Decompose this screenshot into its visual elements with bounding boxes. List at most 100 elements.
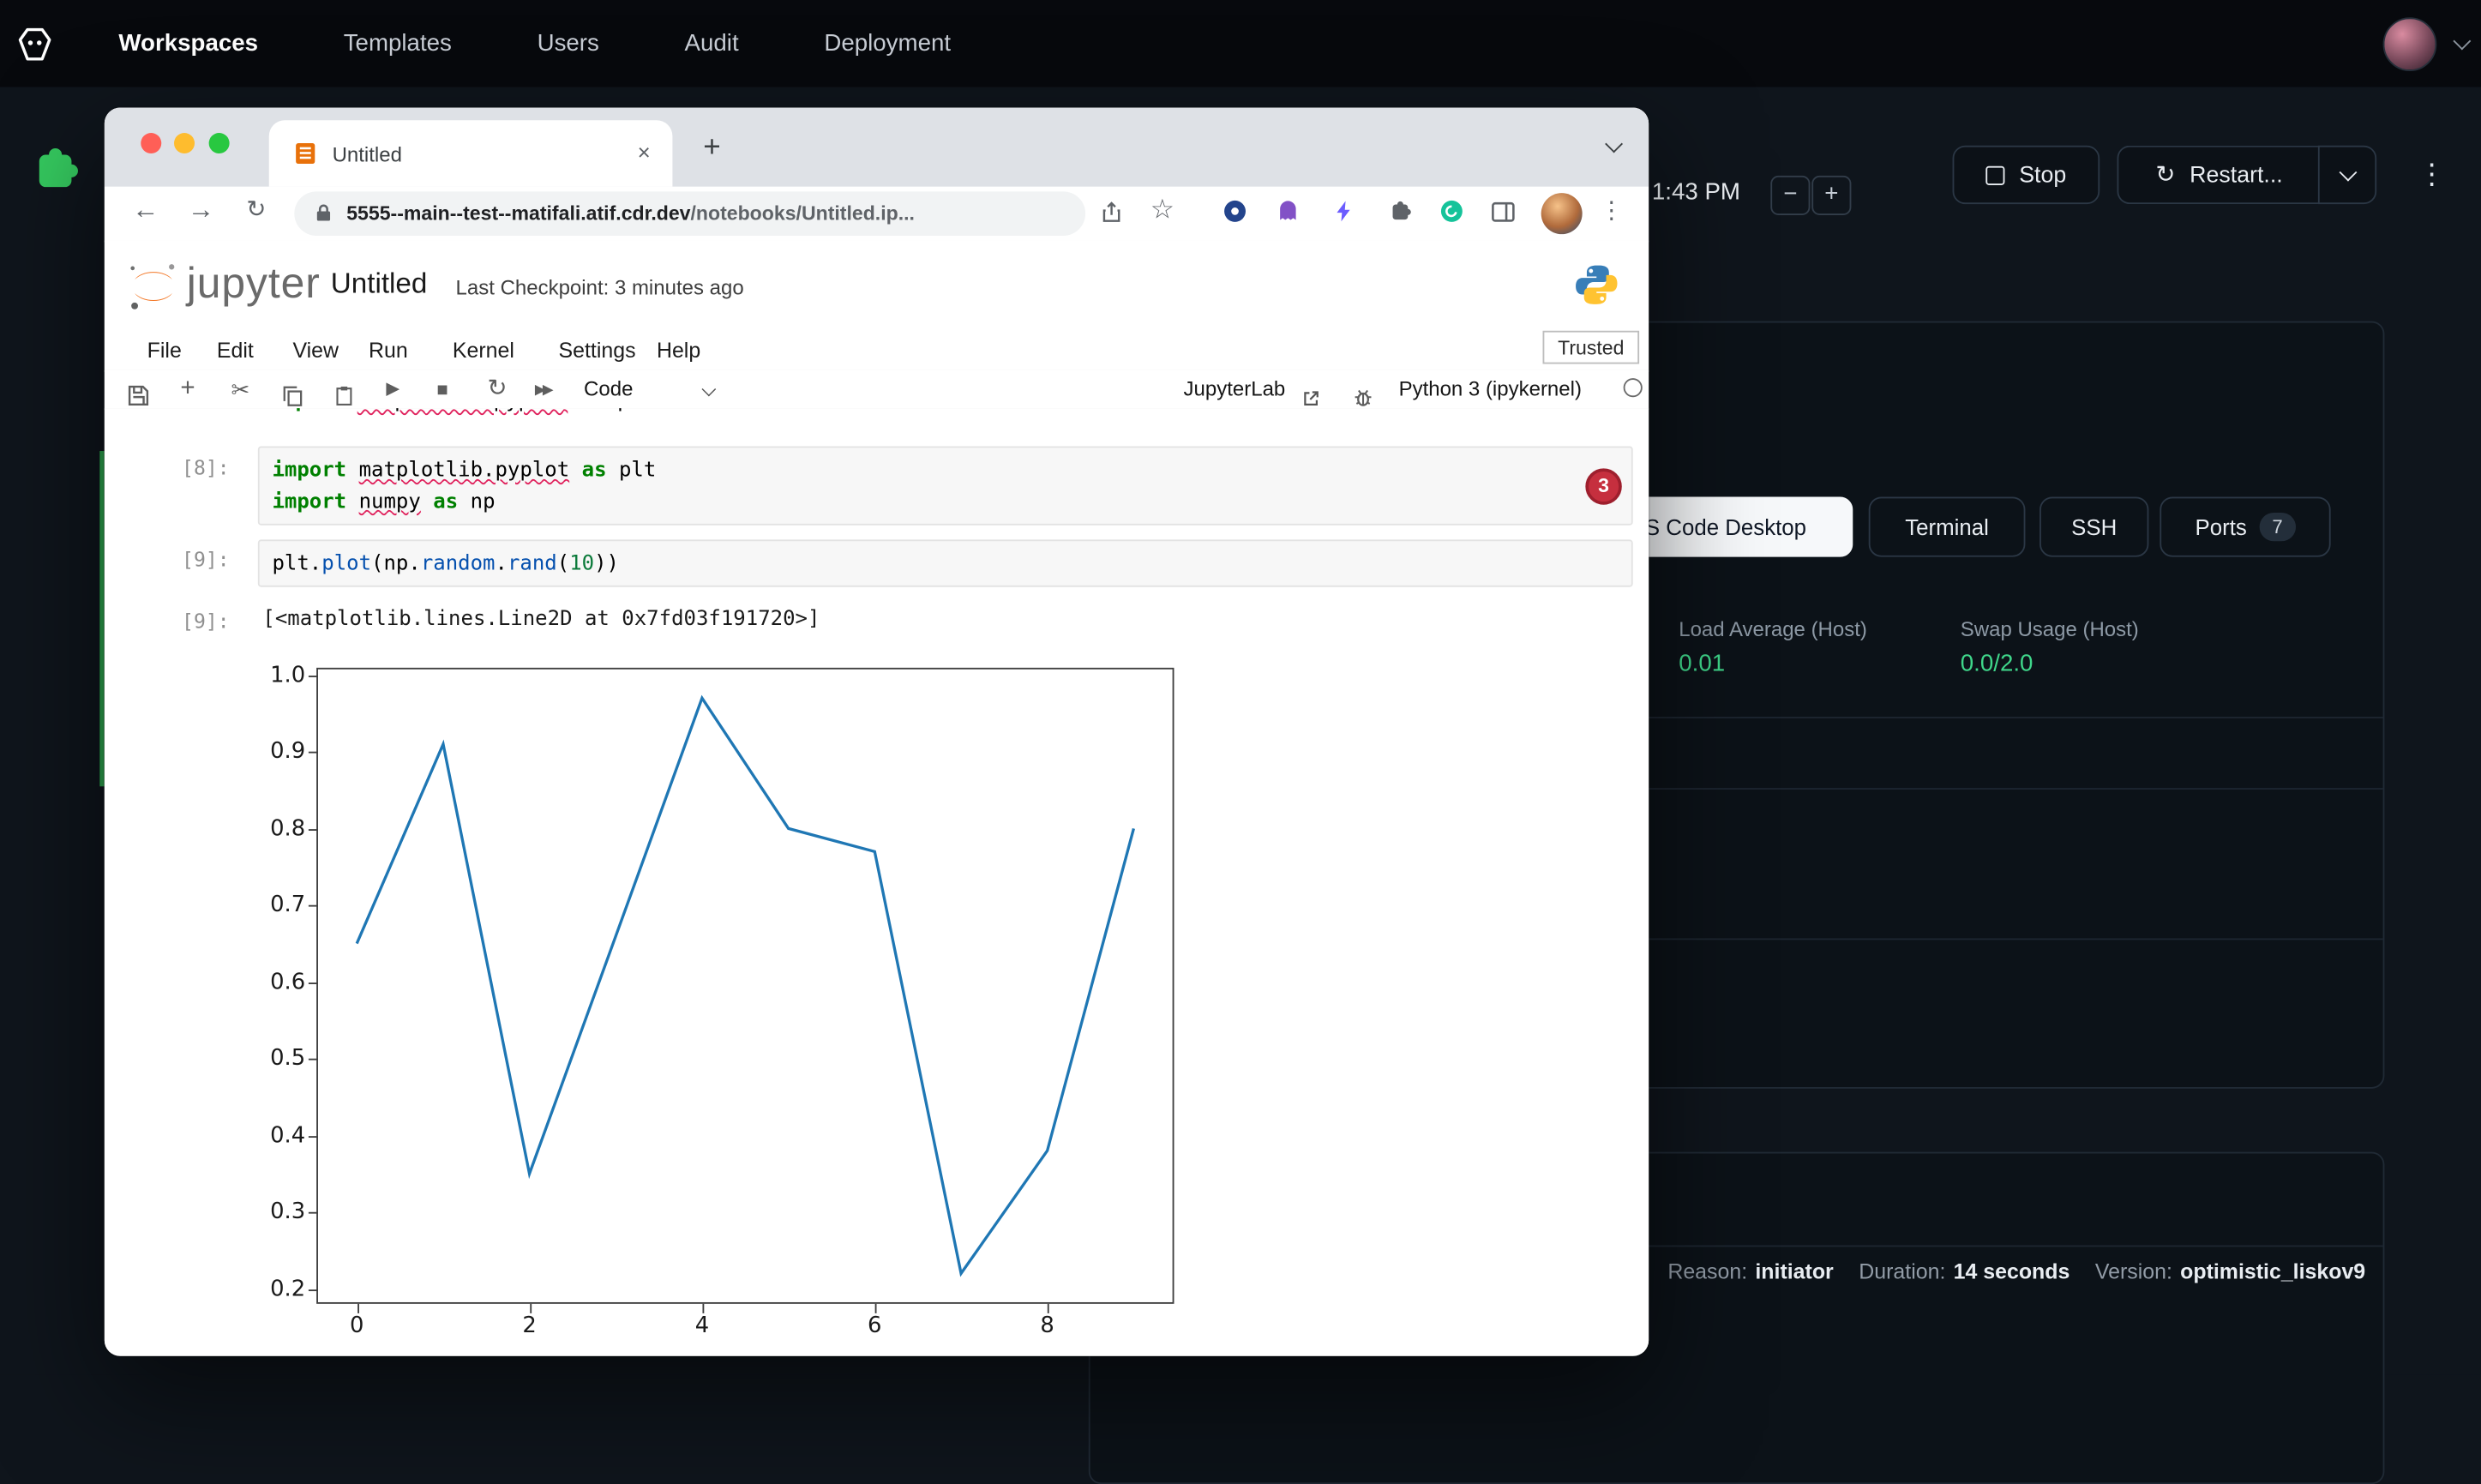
window-close-button[interactable] [141,133,161,153]
user-menu-chevron-icon[interactable] [2453,33,2471,51]
coder-logo-icon[interactable] [15,23,56,64]
menu-edit[interactable]: Edit [217,333,254,370]
jupyter-brand[interactable]: jupyter [187,260,321,309]
menu-run[interactable]: Run [369,333,408,370]
interrupt-kernel-icon[interactable]: ■ [436,370,448,408]
bolt-extension-icon[interactable] [1336,200,1353,224]
menu-view[interactable]: View [292,333,339,370]
stop-button-label: Stop [2019,162,2066,188]
y-tick-label: 0.3 [255,1198,305,1226]
cell-type-chevron-icon [702,382,717,397]
x-tick-label: 6 [857,1313,892,1339]
tab-search-chevron-icon[interactable] [1605,135,1623,153]
y-tick-label: 0.7 [255,891,305,919]
code-cell[interactable]: plt.plot(np.random.rand(10)) [258,539,1633,586]
cell-type-select[interactable]: Code [584,370,633,408]
extensions-puzzle-icon[interactable] [1388,200,1414,225]
jupyter-header: jupyter Untitled Last Checkpoint: 3 minu… [105,241,1649,333]
y-tick-mark [309,675,318,676]
user-avatar[interactable] [2383,17,2437,71]
back-button[interactable]: ← [127,195,165,226]
restart-button-label: Restart... [2190,162,2283,188]
nav-item-templates[interactable]: Templates [344,30,452,57]
open-jupyterlab-link[interactable]: JupyterLab [1184,370,1286,408]
share-icon[interactable] [1100,200,1124,225]
restart-kernel-icon[interactable]: ↻ [487,370,507,408]
x-tick-label: 4 [685,1313,720,1339]
menu-settings[interactable]: Settings [559,333,636,370]
nav-item-deployment[interactable]: Deployment [824,30,951,57]
browser-profile-avatar[interactable] [1541,193,1583,234]
restart-workspace-button[interactable]: ↻ Restart... [2117,146,2319,204]
tab-title: Untitled [333,142,402,166]
ports-label: Ports [2196,514,2247,540]
cut-cells-icon[interactable]: ✂ [231,370,249,408]
nav-item-audit[interactable]: Audit [685,30,739,57]
menu-help[interactable]: Help [657,333,700,370]
kernel-name[interactable]: Python 3 (ipykernel) [1399,370,1582,408]
grammarly-extension-icon[interactable] [1440,200,1464,224]
stop-icon [1985,165,2004,184]
notebook-title[interactable]: Untitled [331,267,428,301]
puzzle-icon[interactable] [28,144,82,198]
address-bar[interactable]: 5555--main--test--matifali.atif.cdr.dev/… [294,191,1085,236]
notebook-area: import matplotlib.pyplot as plt [8]: imp… [105,408,1649,1356]
output-text: [<matplotlib.lines.Line2D at 0x7fd03f191… [262,608,820,632]
build-version: Version:optimistic_liskov9 [2095,1259,2365,1283]
input-prompt: [9]: [133,548,230,572]
menu-file[interactable]: File [147,333,182,370]
bookmark-star-icon[interactable]: ☆ [1150,195,1174,226]
tab-close-icon[interactable]: × [630,139,658,167]
line-plot [318,670,1173,1302]
nav-item-users[interactable]: Users [538,30,599,57]
window-maximize-button[interactable] [209,133,230,153]
insert-cell-icon[interactable]: + [180,370,195,408]
build-reason: Reason:initiator [1667,1259,1833,1283]
red-count-badge[interactable]: 3 [1585,468,1621,504]
forward-button[interactable]: → [182,195,219,226]
ports-button[interactable]: Ports 7 [2160,497,2330,557]
workspace-menu-kebab-icon[interactable]: ⋮ [2412,153,2453,195]
input-prompt: [8]: [133,456,230,480]
chart-figure: 1.00.90.80.70.60.50.40.30.2 02468 [316,668,1174,1304]
browser-toolbar: ← → ↻ 5555--main--test--matifali.atif.cd… [105,187,1649,243]
window-minimize-button[interactable] [174,133,195,153]
code-cell[interactable]: import matplotlib.pyplot as plt import n… [258,446,1633,525]
y-tick-label: 0.2 [255,1275,305,1303]
browser-tab[interactable]: Untitled × [269,120,673,187]
output-prompt: [9]: [133,610,230,634]
notebook-favicon-icon [292,141,318,166]
terminal-label: Terminal [1905,514,1989,540]
onepassword-extension-icon[interactable] [1223,200,1247,224]
run-cell-icon[interactable]: ▶ [386,370,399,408]
line-series [357,698,1133,1273]
x-tick-mark [702,1304,704,1313]
ghost-extension-icon[interactable] [1278,200,1297,222]
y-tick-label: 0.8 [255,814,305,843]
restart-icon: ↻ [2155,163,2175,187]
zoom-out-button[interactable]: − [1770,176,1810,215]
y-tick-mark [309,752,318,754]
swap-usage-label: Swap Usage (Host) [1961,617,2139,641]
browser-window: Untitled × + ← → ↻ 5555--main--test--mat… [105,108,1649,1356]
browser-menu-kebab-icon[interactable]: ⋮ [1600,196,1624,225]
ports-count-badge: 7 [2260,513,2296,541]
menu-kernel[interactable]: Kernel [453,333,514,370]
url-text: 5555--main--test--matifali.atif.cdr.dev/… [346,191,915,236]
nav-item-workspaces[interactable]: Workspaces [118,30,258,57]
new-tab-button[interactable]: + [693,129,730,167]
stop-workspace-button[interactable]: Stop [1953,146,2100,204]
restart-run-all-icon[interactable]: ▶▶ [535,370,550,408]
terminal-button[interactable]: Terminal [1869,497,2026,557]
side-panel-icon[interactable] [1491,200,1517,225]
x-tick-label: 8 [1030,1313,1065,1339]
checkpoint-status: Last Checkpoint: 3 minutes ago [456,275,744,299]
load-average-value: 0.01 [1679,651,1725,677]
restart-options-button[interactable] [2318,146,2376,204]
reload-button[interactable]: ↻ [237,195,275,223]
ssh-button[interactable]: SSH [2039,497,2148,557]
y-tick-label: 1.0 [255,661,305,689]
ssh-label: SSH [2071,514,2117,540]
trusted-badge[interactable]: Trusted [1543,331,1640,364]
zoom-in-button[interactable]: + [1811,176,1851,215]
